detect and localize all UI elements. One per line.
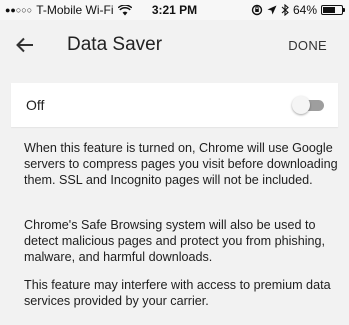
setting-state-label: Off <box>26 97 45 113</box>
battery-icon <box>321 5 345 15</box>
status-icons: 64% <box>251 3 345 17</box>
done-button[interactable]: DONE <box>288 38 327 53</box>
description-paragraph: When this feature is turned on, Chrome w… <box>24 141 338 187</box>
data-saver-toggle[interactable] <box>292 96 326 114</box>
lock-rotation-icon <box>251 4 263 16</box>
bluetooth-icon <box>281 4 289 16</box>
battery-percent: 64% <box>292 3 317 17</box>
page-title: Data Saver <box>67 34 163 55</box>
description-paragraph: This feature may interfere with access t… <box>24 278 331 308</box>
back-arrow-icon[interactable] <box>14 34 36 56</box>
location-arrow-icon <box>267 5 277 15</box>
status-bar: ●●○○○ T-Mobile Wi-Fi 3:21 PM 64% <box>0 0 349 20</box>
data-saver-setting-card[interactable]: Off <box>11 83 338 127</box>
toolbar: Data Saver DONE <box>0 20 349 72</box>
toggle-thumb <box>292 96 310 114</box>
description-paragraph: Chrome's Safe Browsing system will also … <box>24 218 326 264</box>
battery-level-fill <box>323 7 335 13</box>
